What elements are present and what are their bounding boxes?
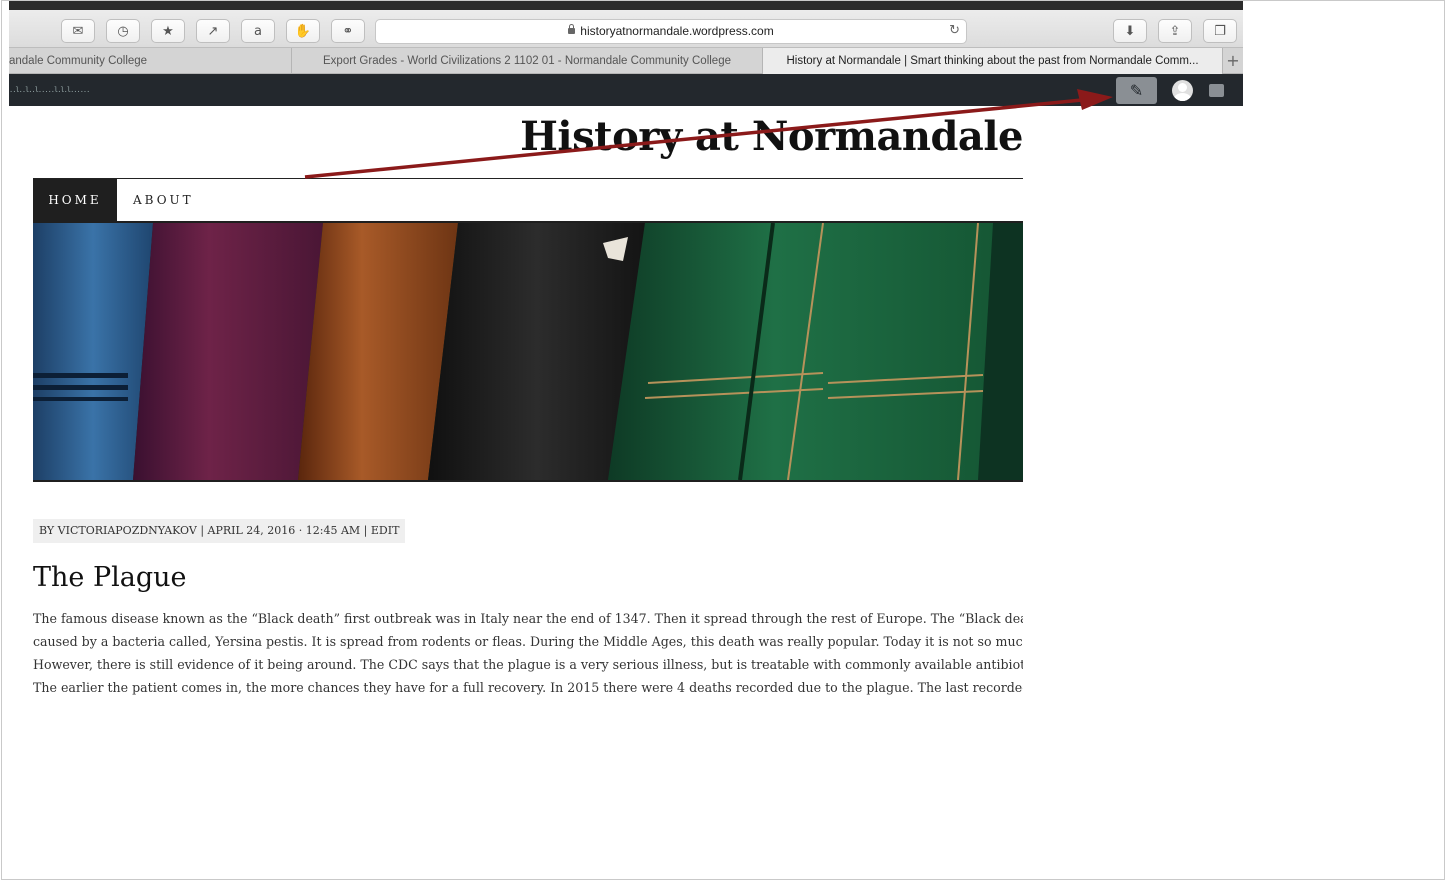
browser-toolbar: ✉ ◷ ★ ↗ a ✋ ⚭ historyatnormandale.wordpr… [9,10,1243,48]
reload-icon[interactable]: ↻ [949,23,960,38]
header-image [33,221,1023,482]
share-icon[interactable]: ⇪ [1158,19,1192,43]
wordpress-logo[interactable]: ..l..l..l.....l.l.l...... [9,86,90,94]
tabs-overview-icon[interactable]: ❐ [1203,19,1237,43]
browser-window: ✉ ◷ ★ ↗ a ✋ ⚭ historyatnormandale.wordpr… [9,1,1243,701]
post-line: The famous disease known as the “Black d… [33,611,1023,626]
tab-community-college[interactable]: andale Community College [9,48,292,74]
address-bar[interactable]: historyatnormandale.wordpress.com ↻ [375,19,967,44]
lock-icon [568,24,576,34]
post-line: caused by a bacteria called, Yersina pes… [33,634,1023,649]
download-icon[interactable]: ⬇ [1113,19,1147,43]
url-text: historyatnormandale.wordpress.com [580,24,774,38]
bookmark-star-icon[interactable]: ★ [151,19,185,43]
write-post-button[interactable]: ✎ [1116,77,1157,104]
wp-admin-bar: ..l..l..l.....l.l.l...... ✎ [9,74,1243,106]
tab-bar: andale Community College Export Grades -… [9,48,1243,74]
post-line: However, there is still evidence of it b… [33,657,1023,672]
tab-history-at-normandale[interactable]: History at Normandale | Smart thinking a… [763,48,1223,74]
site-title[interactable]: History at Normandale [33,113,1023,160]
post-title[interactable]: The Plague [33,562,187,593]
nav-home[interactable]: HOME [33,179,117,221]
avatar[interactable] [1172,80,1193,101]
screenshot-frame: ✉ ◷ ★ ↗ a ✋ ⚭ historyatnormandale.wordpr… [1,0,1445,880]
main-nav: HOME ABOUT [33,179,1023,221]
amazon-icon[interactable]: a [241,19,275,43]
nav-about[interactable]: ABOUT [133,179,194,221]
menu-strip [9,1,1243,10]
hand-icon[interactable]: ✋ [286,19,320,43]
write-pencil-icon: ✎ [1129,81,1144,100]
link-icon[interactable]: ⚭ [331,19,365,43]
new-tab-button[interactable]: + [1223,48,1243,74]
tab-export-grades[interactable]: Export Grades - World Civilizations 2 11… [292,48,763,74]
notifications-icon[interactable] [1209,84,1224,97]
history-icon[interactable]: ◷ [106,19,140,43]
mail-icon[interactable]: ✉ [61,19,95,43]
post-line: The earlier the patient comes in, the mo… [33,680,1023,695]
forward-icon[interactable]: ↗ [196,19,230,43]
post-meta[interactable]: BY VICTORIAPOZDNYAKOV | APRIL 24, 2016 ·… [33,519,406,543]
post-body: The famous disease known as the “Black d… [33,607,1023,701]
